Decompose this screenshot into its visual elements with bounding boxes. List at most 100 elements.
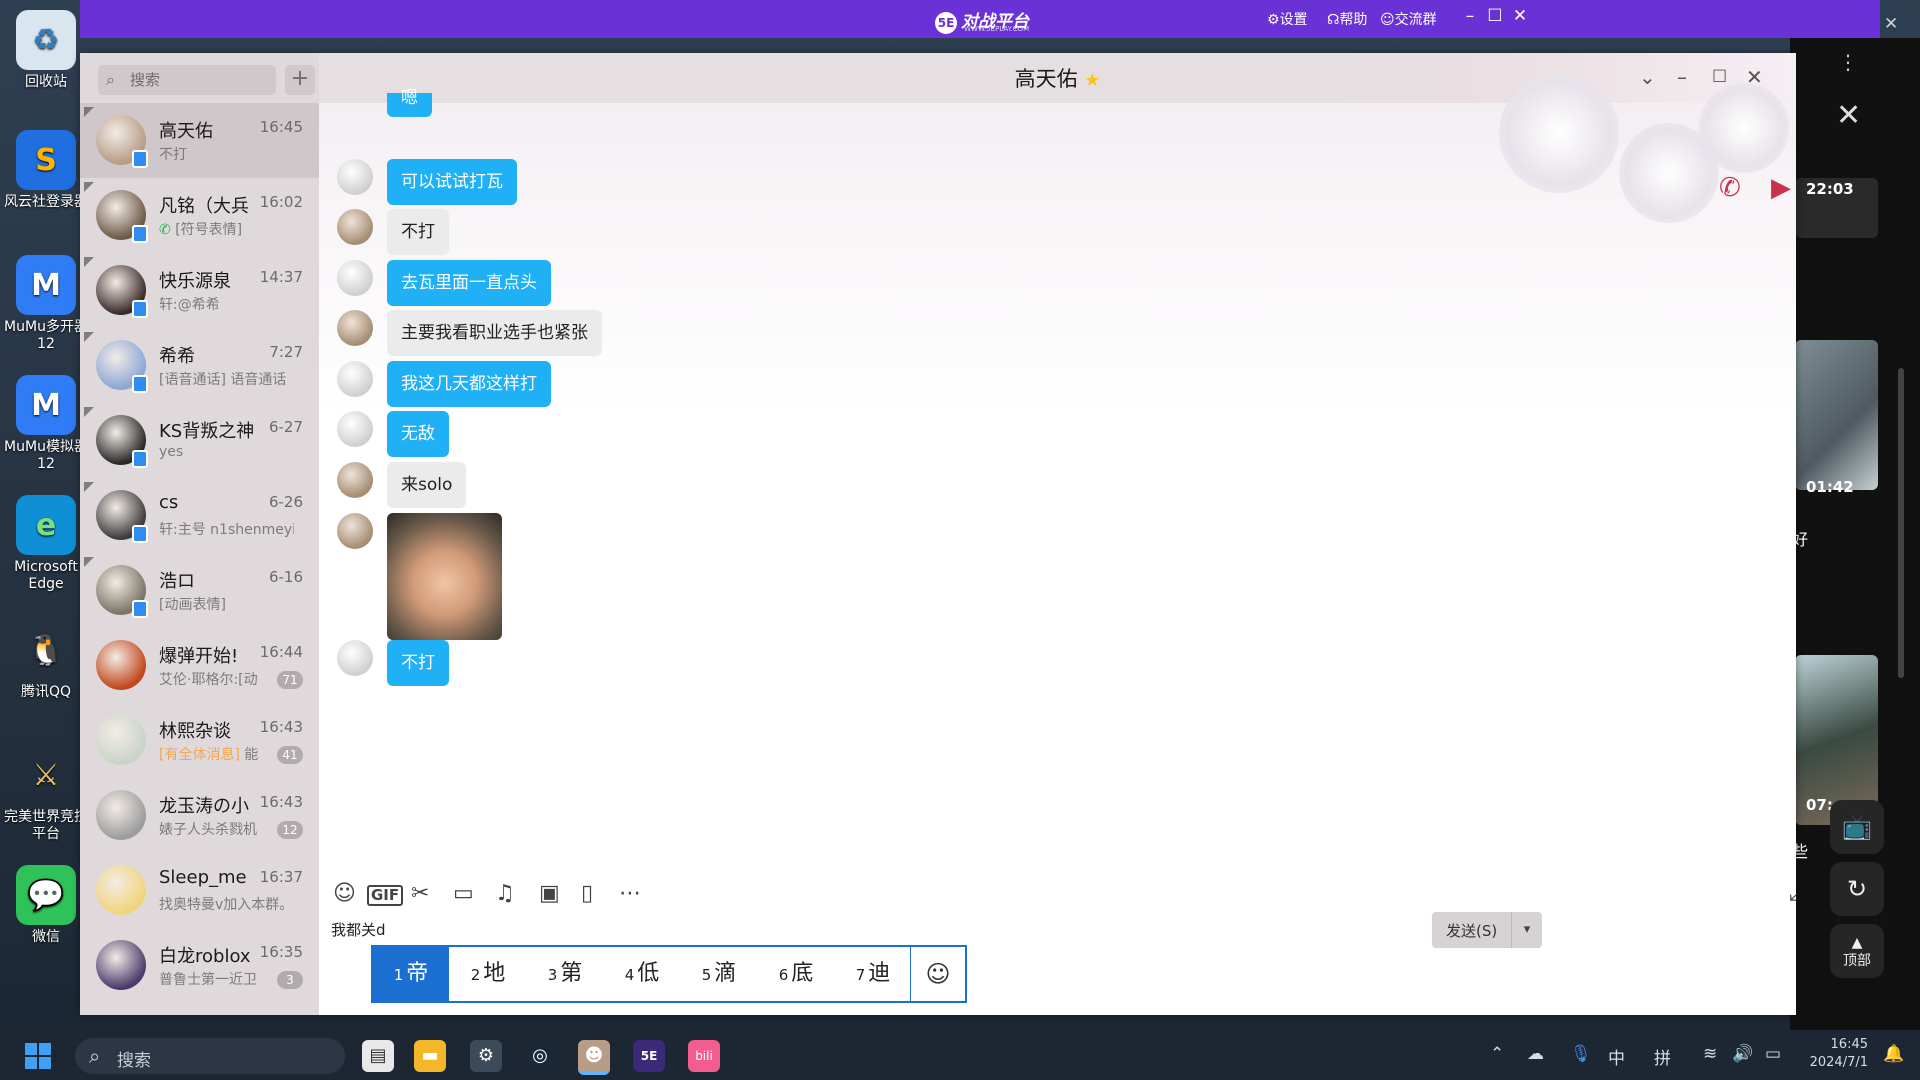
contact-item[interactable]: 爆弹开始! 16:44 艾伦·耶格尔:[动 71 (80, 628, 319, 703)
windows-start-icon[interactable] (25, 1043, 51, 1069)
mic-icon[interactable]: 🎙 (1570, 1044, 1592, 1064)
ime-indicator[interactable]: 中 (1608, 1044, 1625, 1069)
5e-taskbar-icon[interactable]: 5E (633, 1040, 665, 1072)
contact-item[interactable]: 白龙roblox 16:35 普鲁士第一近卫 3 (80, 928, 319, 1003)
message-row (319, 513, 1319, 640)
expand-icon[interactable]: ⤢ (1789, 881, 1796, 906)
avatar[interactable] (337, 462, 373, 498)
flower-decoration (1499, 73, 1619, 193)
video-thumb-2[interactable] (1795, 340, 1878, 490)
ime-candidate[interactable]: 4低 (604, 947, 680, 1001)
maximize-icon[interactable]: ☐ (1481, 6, 1509, 26)
taskview-icon[interactable]: ▤ (362, 1040, 394, 1072)
desktop-icon[interactable]: ♻ 回收站 (0, 10, 92, 91)
settings-button[interactable]: ⚙设置 (1267, 9, 1308, 29)
screen-shake-icon[interactable]: ▯ (581, 881, 593, 906)
music-icon[interactable]: ♫ (495, 881, 515, 906)
message-image[interactable] (387, 513, 502, 640)
contact-item[interactable]: 凡铭（大兵 16:02 ✆ [符号表情] (80, 178, 319, 253)
avatar[interactable] (337, 209, 373, 245)
panel-scrollbar[interactable] (1898, 368, 1904, 678)
volume-icon[interactable]: 🔊 (1732, 1044, 1753, 1064)
avatar[interactable] (337, 260, 373, 296)
contact-item[interactable]: Sleep_me 16:37 找奥特曼v加入本群。 (80, 853, 319, 928)
win-minimize-icon[interactable]: – (1677, 65, 1687, 89)
desktop-icon[interactable]: 🐧 腾讯QQ (0, 620, 92, 701)
outer-close-icon[interactable]: ✕ (1884, 14, 1898, 34)
contact-last-message: 轩:主号 n1shenmeyi (159, 522, 294, 538)
ime-candidate[interactable]: 6底 (758, 947, 834, 1001)
folder-icon[interactable]: ▭ (453, 881, 474, 906)
desktop-icon[interactable]: M MuMu多开器12 (0, 255, 92, 353)
contact-item[interactable]: cs 6-26 轩:主号 n1shenmeyi (80, 478, 319, 553)
tray-chevron-icon[interactable]: ⌃ (1490, 1044, 1504, 1064)
ime-emoji-icon[interactable]: ☺ (910, 947, 965, 1001)
qq-taskbar-icon[interactable]: ☻ (578, 1040, 610, 1075)
desktop-app-icon: 💬 (16, 865, 76, 925)
group-button[interactable]: ☺交流群 (1380, 9, 1437, 29)
avatar[interactable] (337, 159, 373, 195)
gif-icon[interactable]: GIF (367, 885, 404, 906)
avatar[interactable] (337, 513, 373, 549)
ime-candidate[interactable]: 1帝 (373, 947, 449, 1001)
desktop-icon[interactable]: M MuMu模拟器12 (0, 375, 92, 473)
ime-candidate[interactable]: 7迪 (835, 947, 911, 1001)
send-options-chevron-icon[interactable]: ▾ (1511, 912, 1542, 948)
scissors-icon[interactable]: ✂ (411, 881, 429, 906)
contact-item[interactable]: 龙玉涛の小 16:43 婊子人头杀戮机 12 (80, 778, 319, 853)
more-vertical-icon[interactable]: ⋮ (1838, 50, 1858, 74)
ime-candidate[interactable]: 5滴 (681, 947, 757, 1001)
back-to-top-button[interactable]: ▲ 顶部 (1830, 924, 1884, 978)
taskbar-search[interactable]: ⌕ 搜索 (75, 1038, 345, 1074)
win-maximize-icon[interactable]: ☐ (1712, 67, 1727, 87)
video-call-icon[interactable]: ▶ (1771, 173, 1791, 203)
avatar[interactable] (337, 411, 373, 447)
contact-item[interactable]: KS背叛之神 6-27 yes (80, 403, 319, 478)
notification-bell-icon[interactable]: 🔔 (1883, 1044, 1904, 1064)
minimize-icon[interactable]: – (1456, 6, 1484, 26)
desktop-icon[interactable]: 💬 微信 (0, 865, 92, 946)
ime-candidate[interactable]: 2地 (450, 947, 526, 1001)
contact-item[interactable]: 浩ロ 6-16 [动画表情] (80, 553, 319, 628)
avatar[interactable] (337, 361, 373, 397)
bilibili-icon[interactable]: bili (688, 1040, 720, 1072)
voice-call-icon[interactable]: ✆ (1719, 173, 1741, 203)
close-icon[interactable]: ✕ (1506, 6, 1534, 26)
message-input[interactable]: 我都关d 1帝2地3第4低5滴6底7迪 ☺ (319, 913, 1796, 1015)
battery-icon[interactable]: ▭ (1765, 1044, 1781, 1064)
contact-time: 16:44 (259, 643, 303, 661)
desktop-icon[interactable]: ⚔ 完美世界竞技平台 (0, 745, 92, 843)
send-button[interactable]: 发送(S) ▾ (1432, 912, 1542, 948)
image-icon[interactable]: ▣ (539, 881, 560, 906)
cloud-icon[interactable]: ☁ (1527, 1044, 1544, 1064)
contact-item[interactable]: 希希 7:27 [语音通话] 语音通话 (80, 328, 319, 403)
more-tools-icon[interactable]: ⋯ (619, 881, 641, 906)
emoji-icon[interactable]: ☺ (333, 881, 356, 906)
clock[interactable]: 16:45 2024/7/1 (1798, 1036, 1868, 1072)
file-explorer-icon[interactable]: ▬ (414, 1040, 446, 1072)
steam-icon[interactable]: ◎ (524, 1040, 556, 1072)
contact-item[interactable]: 快乐源泉 14:37 轩:@希希 (80, 253, 319, 328)
contact-name: 希希 (159, 346, 195, 367)
refresh-button[interactable]: ↻ (1830, 862, 1884, 916)
search-input[interactable]: ⌕ 搜索 (98, 65, 276, 95)
desktop-icon[interactable]: e Microsoft Edge (0, 495, 92, 593)
ime-candidate-bar: 1帝2地3第4低5滴6底7迪 ☺ (371, 945, 967, 1003)
contact-name: KS背叛之神 (159, 421, 255, 442)
avatar[interactable] (337, 640, 373, 676)
ime-mode[interactable]: 拼 (1654, 1044, 1671, 1069)
add-button[interactable]: + (285, 65, 315, 95)
settings-app-icon[interactable]: ⚙ (470, 1040, 502, 1072)
help-button[interactable]: ☊帮助 (1327, 9, 1367, 29)
avatar[interactable] (337, 310, 373, 346)
tv-button[interactable]: 📺 (1830, 800, 1884, 854)
ime-candidate[interactable]: 3第 (527, 947, 603, 1001)
panel-close-icon[interactable]: ✕ (1836, 98, 1861, 133)
collapse-icon[interactable]: ⌄ (1639, 65, 1656, 89)
clock-time: 16:45 (1830, 1037, 1868, 1052)
contact-item[interactable]: 高天佑 16:45 不打 (80, 103, 319, 178)
contact-item[interactable]: 林熙杂谈 16:43 [有全体消息] 能 41 (80, 703, 319, 778)
wifi-icon[interactable]: ≋ (1703, 1044, 1717, 1064)
unread-badge: 41 (277, 746, 303, 764)
desktop-icon[interactable]: S 风云社登录器 (0, 130, 92, 211)
